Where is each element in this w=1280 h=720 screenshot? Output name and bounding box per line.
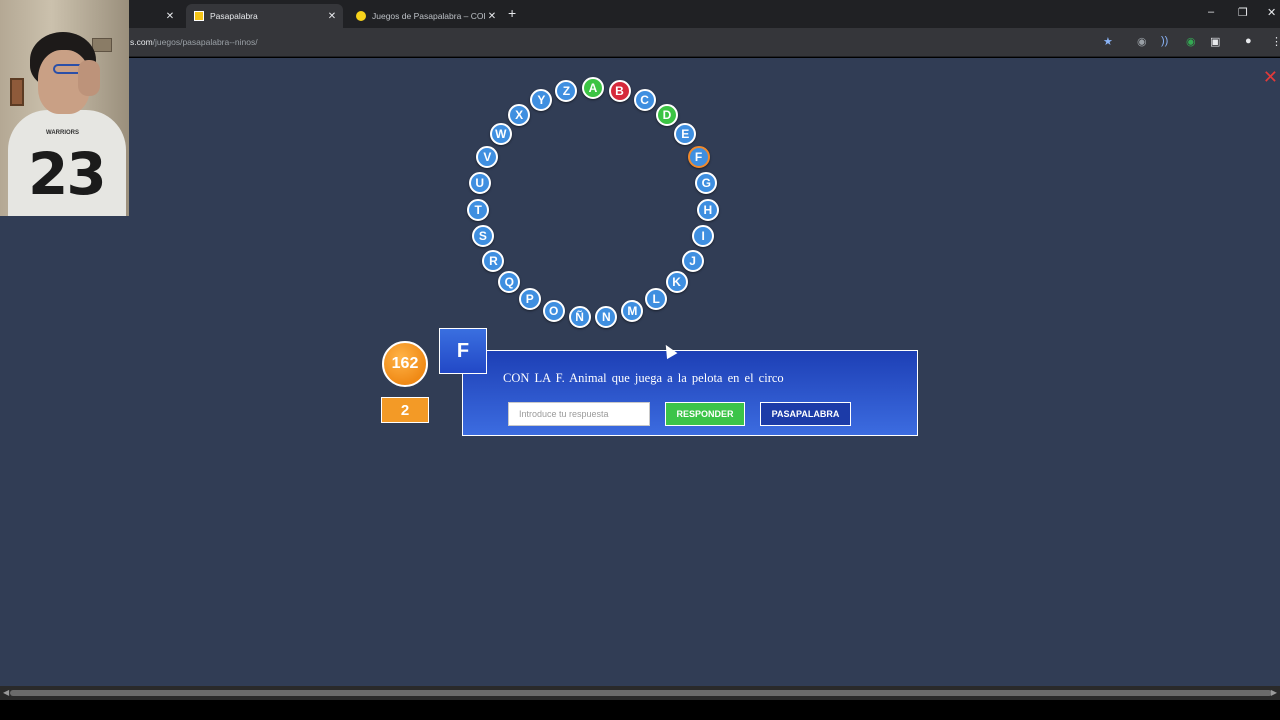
scroll-right-icon[interactable]: ▶ [1271, 688, 1277, 697]
respond-button[interactable]: RESPONDER [665, 402, 745, 426]
person-hand [78, 60, 100, 96]
answer-input[interactable] [508, 402, 650, 426]
taskbar [0, 700, 1280, 720]
shirt-number: 23 [28, 140, 107, 208]
letter-circle-l: L [645, 288, 668, 311]
letter-circle-n: N [595, 306, 618, 329]
letter-circle-g: G [695, 172, 718, 195]
tab-title: Pasapalabra [210, 11, 258, 21]
pasapalabra-favicon-icon [194, 11, 204, 21]
sound-icon[interactable]: )) [1161, 35, 1168, 47]
letter-circle-u: U [468, 172, 491, 195]
letter-circle-q: Q [498, 270, 521, 293]
shirt-text: WARRIORS [46, 130, 79, 136]
letter-circle-j: J [681, 249, 704, 272]
letter-circle-s: S [471, 224, 494, 247]
correct-counter: 2 [381, 397, 429, 423]
window-close-icon[interactable]: ✕ [1267, 6, 1276, 19]
letter-circle-i: I [692, 224, 715, 247]
letter-circle-p: P [518, 288, 541, 311]
tab-close-icon[interactable]: ✕ [325, 11, 339, 22]
letter-circle-x: X [508, 103, 531, 126]
letter-circle-w: W [489, 123, 512, 146]
letter-circle-h: H [696, 198, 719, 221]
wall-picture [92, 38, 112, 52]
question-panel: CON LA F. Animal que juega a la pelota e… [462, 350, 918, 436]
letter-circle-v: V [476, 146, 499, 169]
current-letter-tile: F [439, 328, 487, 374]
letter-circle-e: E [674, 123, 697, 146]
url-host: s.com [130, 37, 153, 47]
puzzle-icon[interactable]: ▣ [1210, 35, 1220, 48]
tab-title: Juegos de Pasapalabra – COKITOS [372, 11, 485, 21]
profile-icon[interactable]: ● [1245, 35, 1252, 47]
game-page: ✕ ABCDEFGHIJKLMNÑOPQRSTUVWXYZ 162 2 F CO… [0, 58, 1280, 686]
letter-circle-z: Z [555, 80, 578, 103]
extension-green-icon[interactable]: ◉ [1186, 35, 1196, 48]
letter-circle-k: K [665, 270, 688, 293]
letter-circle-a: A [582, 77, 604, 99]
url-path: /juegos/pasapalabra--ninos/ [152, 37, 258, 47]
letter-circle-r: R [482, 249, 505, 272]
webcam-overlay: WARRIORS 23 [0, 0, 129, 216]
pasapalabra-button[interactable]: PASAPALABRA [760, 402, 851, 426]
scrollbar-thumb[interactable] [10, 690, 1272, 696]
letter-circle-enye: Ñ [568, 306, 591, 329]
restore-icon[interactable]: ❐ [1238, 6, 1248, 19]
question-text: CON LA F. Animal que juega a la pelota e… [503, 371, 784, 385]
bookmark-star-icon[interactable]: ★ [1103, 35, 1113, 48]
letter-circle-f: F [687, 146, 710, 169]
timer-badge: 162 [382, 341, 428, 387]
letter-circle-d: D [655, 103, 678, 126]
browser-toolbar: s.com/juegos/pasapalabra--ninos/ ★ ◉ )) … [0, 28, 1280, 57]
letter-circle-c: C [633, 89, 656, 112]
tab-cokitos[interactable]: Juegos de Pasapalabra – COKITOS ✕ [346, 4, 503, 28]
new-tab-icon[interactable]: + [508, 5, 516, 21]
close-game-icon[interactable]: ✕ [1263, 68, 1278, 86]
horizontal-scrollbar[interactable]: ◀ ▶ [0, 686, 1280, 700]
browser-tab-strip: ✕ Pasapalabra ✕ Juegos de Pasapalabra – … [0, 0, 1280, 28]
letter-circle-b: B [608, 80, 631, 103]
address-bar[interactable]: s.com/juegos/pasapalabra--ninos/ [130, 37, 258, 47]
wall-picture [10, 78, 24, 106]
letter-circle-t: T [467, 198, 490, 221]
scroll-left-icon[interactable]: ◀ [3, 688, 9, 697]
letter-circle-y: Y [530, 89, 553, 112]
menu-icon[interactable]: ⋮ [1271, 35, 1280, 48]
letter-circle-m: M [621, 300, 644, 323]
tab-close-icon[interactable]: ✕ [485, 11, 499, 22]
tab-close-icon[interactable]: ✕ [163, 11, 177, 22]
letter-circle-o: O [542, 300, 565, 323]
tab-hidden[interactable]: ✕ [130, 4, 185, 28]
minimize-icon[interactable]: – [1208, 6, 1214, 18]
globe-icon[interactable]: ◉ [1137, 35, 1147, 48]
tab-pasapalabra[interactable]: Pasapalabra ✕ [186, 4, 343, 28]
cokitos-favicon-icon [356, 11, 366, 21]
